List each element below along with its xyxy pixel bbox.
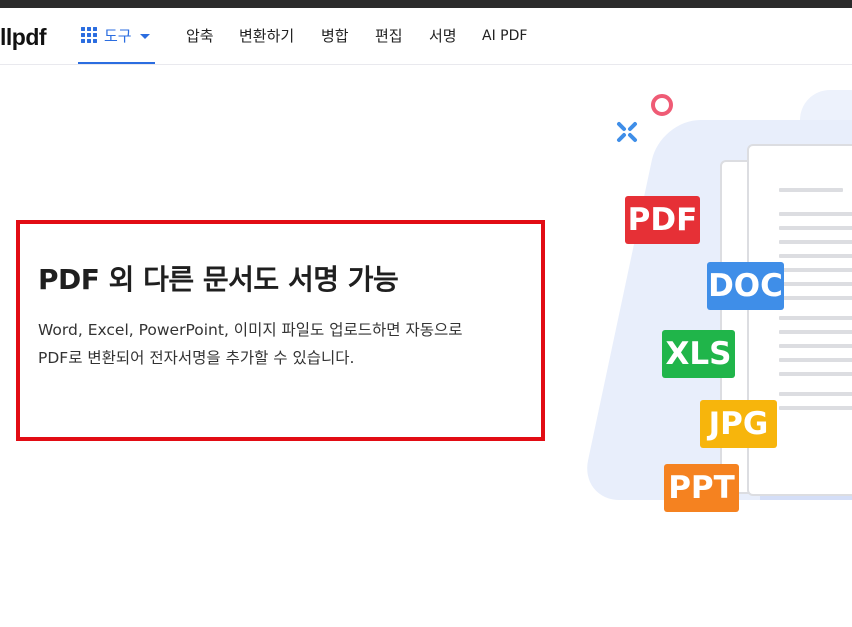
description-line-2: PDF로 변환되어 전자서명을 추가할 수 있습니다. (38, 349, 355, 367)
pdf-badge: PDF (625, 196, 700, 244)
document-illustration-back (720, 160, 852, 494)
nav-item-merge[interactable]: 병합 (321, 8, 349, 64)
top-navigation: llpdf 도구 압축 변환하기 병합 편집 서명 AI PDF (0, 8, 852, 65)
jpg-badge: JPG (700, 400, 777, 448)
xls-badge: XLS (662, 330, 735, 378)
grid-icon (81, 26, 98, 44)
ppt-badge: PPT (664, 464, 739, 512)
background-shape (800, 90, 852, 180)
window-top-strip (0, 0, 852, 8)
cross-decoration-icon (617, 122, 637, 142)
nav-item-convert[interactable]: 변환하기 (239, 8, 294, 64)
nav-item-compress[interactable]: 압축 (186, 8, 214, 64)
doc-badge: DOC (707, 262, 784, 310)
feature-heading: PDF 외 다른 문서도 서명 가능 (38, 263, 399, 296)
tools-menu-button[interactable]: 도구 (78, 8, 155, 64)
nav-item-sign[interactable]: 서명 (429, 8, 457, 64)
description-line-1: Word, Excel, PowerPoint, 이미지 파일도 업로드하면 자… (38, 321, 463, 339)
document-illustration-front (747, 144, 852, 496)
nav-item-ai-pdf[interactable]: AI PDF (482, 8, 527, 64)
background-shape (760, 486, 852, 500)
background-shape (579, 120, 852, 500)
nav-item-edit[interactable]: 편집 (375, 8, 403, 64)
chevron-down-icon (139, 33, 150, 39)
site-logo[interactable]: llpdf (0, 24, 47, 51)
ring-decoration-icon (651, 94, 673, 116)
tools-menu-label: 도구 (104, 26, 132, 45)
feature-description: Word, Excel, PowerPoint, 이미지 파일도 업로드하면 자… (38, 316, 538, 372)
